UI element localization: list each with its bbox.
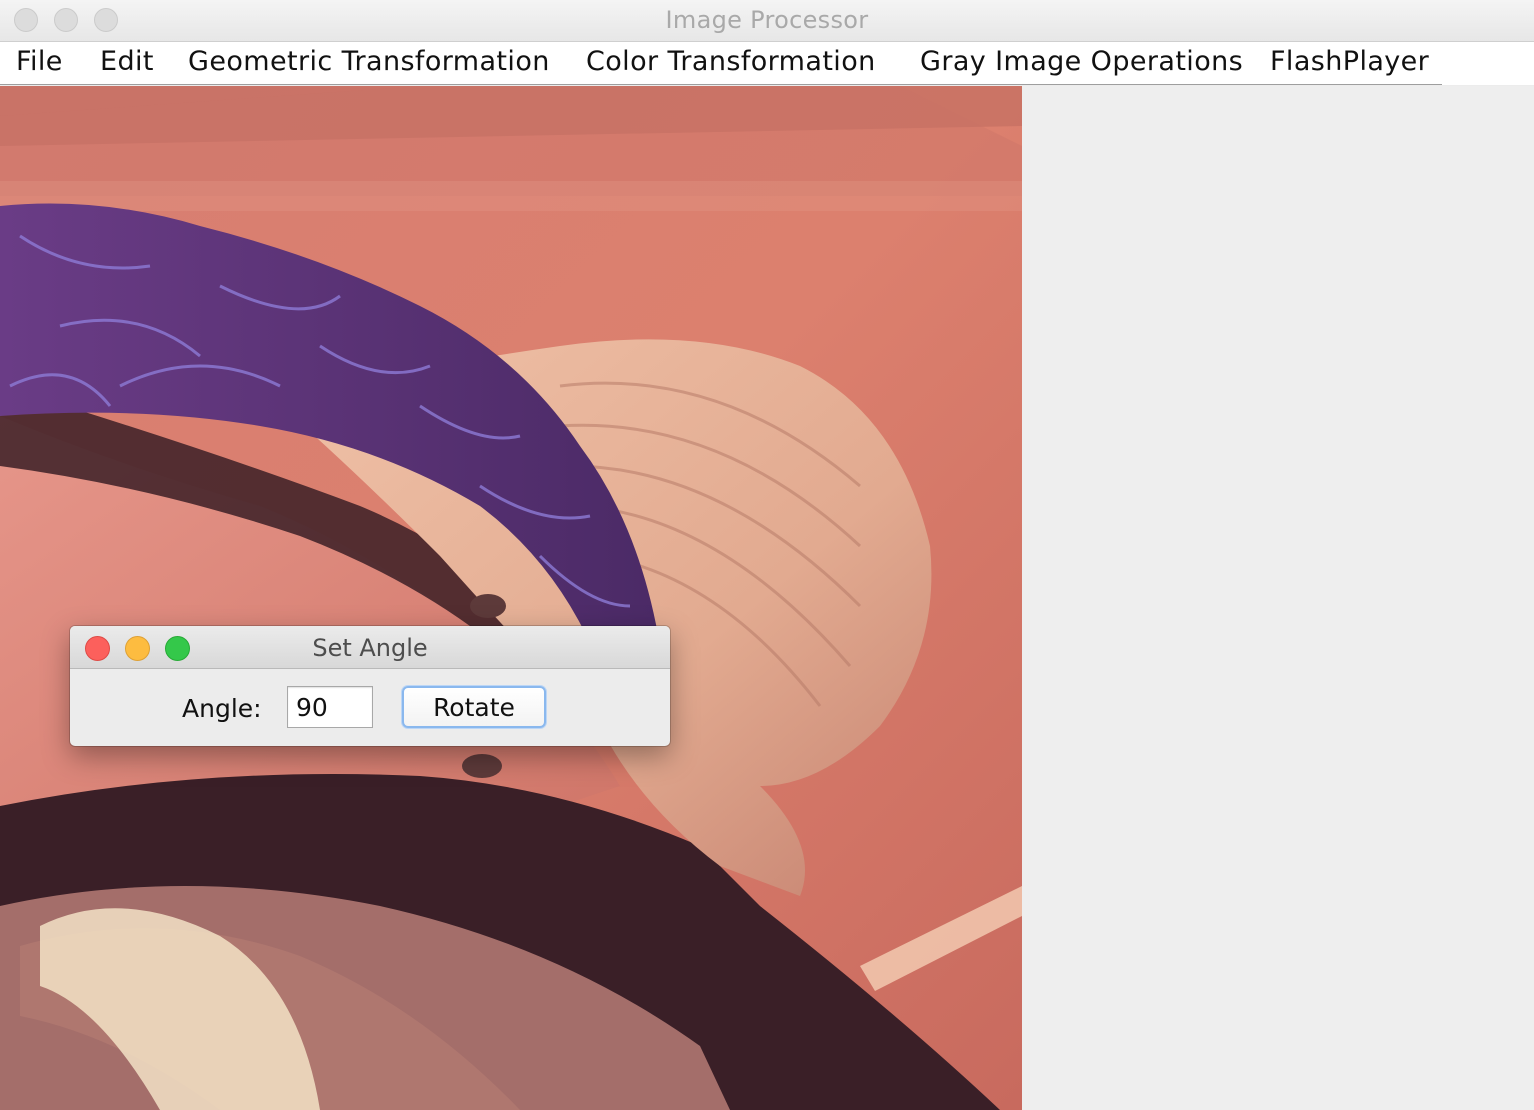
rotate-button[interactable]: Rotate	[402, 686, 546, 728]
dialog-title: Set Angle	[312, 634, 428, 662]
menu-flashplayer[interactable]: FlashPlayer	[1270, 46, 1429, 77]
content-area	[0, 86, 1534, 1110]
window-titlebar[interactable]: Image Processor	[0, 0, 1534, 42]
window-title: Image Processor	[665, 6, 869, 34]
menu-file[interactable]: File	[16, 46, 63, 77]
angle-label: Angle:	[182, 694, 262, 723]
menu-color-transformation[interactable]: Color Transformation	[586, 46, 876, 77]
set-angle-dialog: Set Angle Angle: Rotate	[70, 626, 670, 746]
menu-bar-divider	[0, 84, 1442, 85]
menu-gray-image-operations[interactable]: Gray Image Operations	[920, 46, 1243, 77]
rotated-photo-image	[0, 86, 1022, 1110]
menu-edit[interactable]: Edit	[100, 46, 154, 77]
angle-input[interactable]	[287, 686, 373, 728]
image-processor-window: Image Processor File Edit Geometric Tran…	[0, 0, 1534, 1110]
menu-geometric-transformation[interactable]: Geometric Transformation	[188, 46, 550, 77]
dialog-titlebar[interactable]: Set Angle	[70, 626, 670, 669]
image-canvas[interactable]	[0, 86, 1022, 1110]
